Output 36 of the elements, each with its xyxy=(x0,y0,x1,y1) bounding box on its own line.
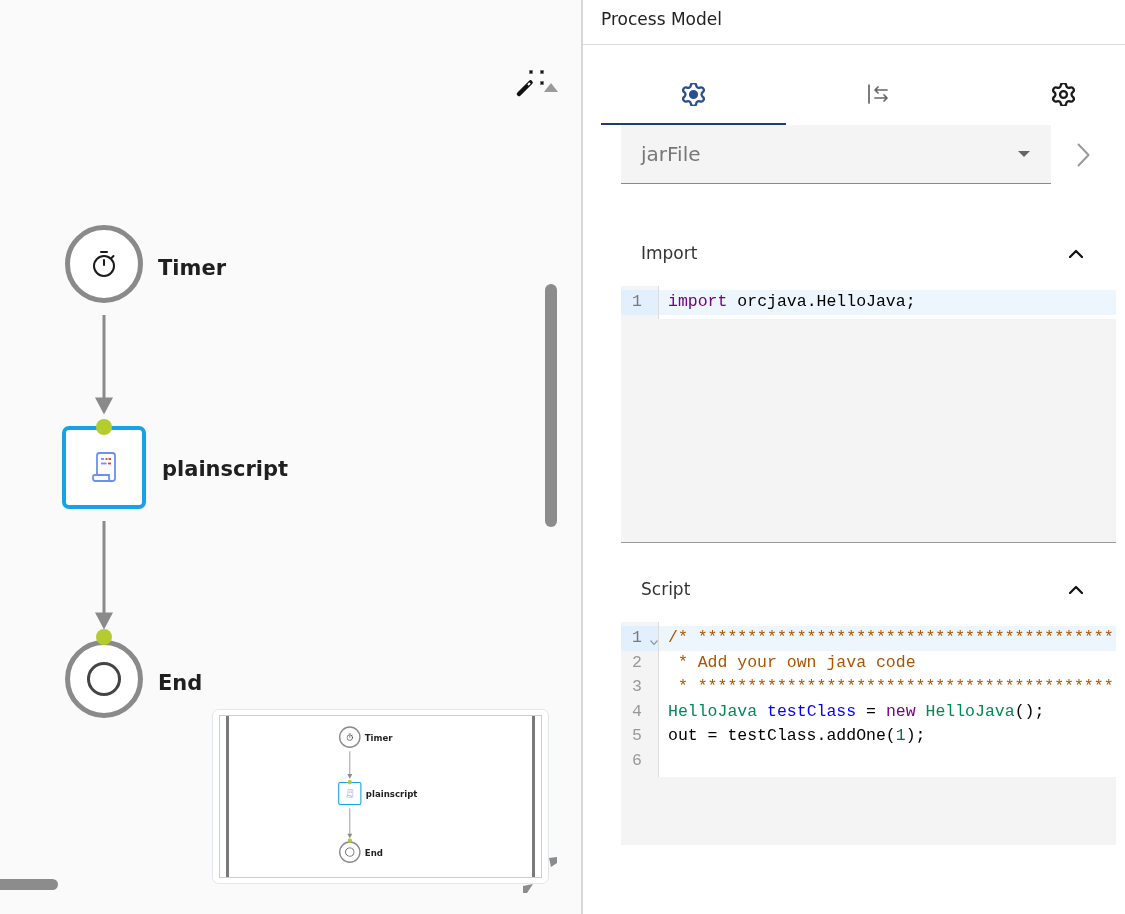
minimap-viewport[interactable]: Timer plainscript End xyxy=(219,715,542,878)
node-label: End xyxy=(158,670,203,696)
select-field[interactable]: jarFile xyxy=(621,125,1051,184)
swap-arrows-icon xyxy=(867,83,889,105)
node-label: plainscript xyxy=(365,788,418,799)
settings-icon xyxy=(682,82,705,106)
fold-caret-icon[interactable] xyxy=(649,639,658,645)
connection-dot-icon[interactable] xyxy=(96,418,112,435)
caret-down-icon xyxy=(1018,151,1030,157)
stopwatch-icon xyxy=(92,250,116,278)
section-header[interactable]: Import xyxy=(621,226,1116,280)
ring-icon xyxy=(87,662,121,696)
panel-title: Process Model xyxy=(601,9,722,29)
connection-dot-icon xyxy=(347,779,352,785)
connection-dot-icon xyxy=(347,838,352,843)
scroll-up-arrow-icon[interactable] xyxy=(544,83,558,92)
code-editor[interactable]: 1 /* ****************************************** 2 * Add your own java code 3 * ****************************************** 4 HelloJava testClass = new HelloJava(); 5 out = testClass.addOne(1); 6 xyxy=(621,622,1116,845)
node-label: plainscript xyxy=(162,456,289,482)
scroll-down-arrow-icon[interactable] xyxy=(549,857,557,867)
settings-icon xyxy=(1052,82,1075,106)
scroll-right-arrow-icon[interactable] xyxy=(523,884,533,893)
node-label: Timer xyxy=(158,255,226,281)
line-number: 1 xyxy=(621,626,649,651)
line-number: 1 xyxy=(621,290,649,315)
connection-dot-icon[interactable] xyxy=(96,629,112,645)
section-header[interactable]: Script xyxy=(621,562,1116,616)
script-task-node[interactable] xyxy=(62,425,146,509)
scrollbar-thumb[interactable] xyxy=(545,284,557,527)
chevron-right-icon[interactable] xyxy=(1077,142,1090,167)
node-label: End xyxy=(364,848,383,859)
scrollbar-thumb[interactable] xyxy=(0,879,58,890)
node-label: Timer xyxy=(364,733,393,744)
script-icon xyxy=(91,451,117,483)
gutter-cell xyxy=(649,290,659,315)
code-editor[interactable]: 1 import orcjava.HelloJava; xyxy=(621,286,1116,543)
magic-wand-icon[interactable] xyxy=(515,68,545,98)
